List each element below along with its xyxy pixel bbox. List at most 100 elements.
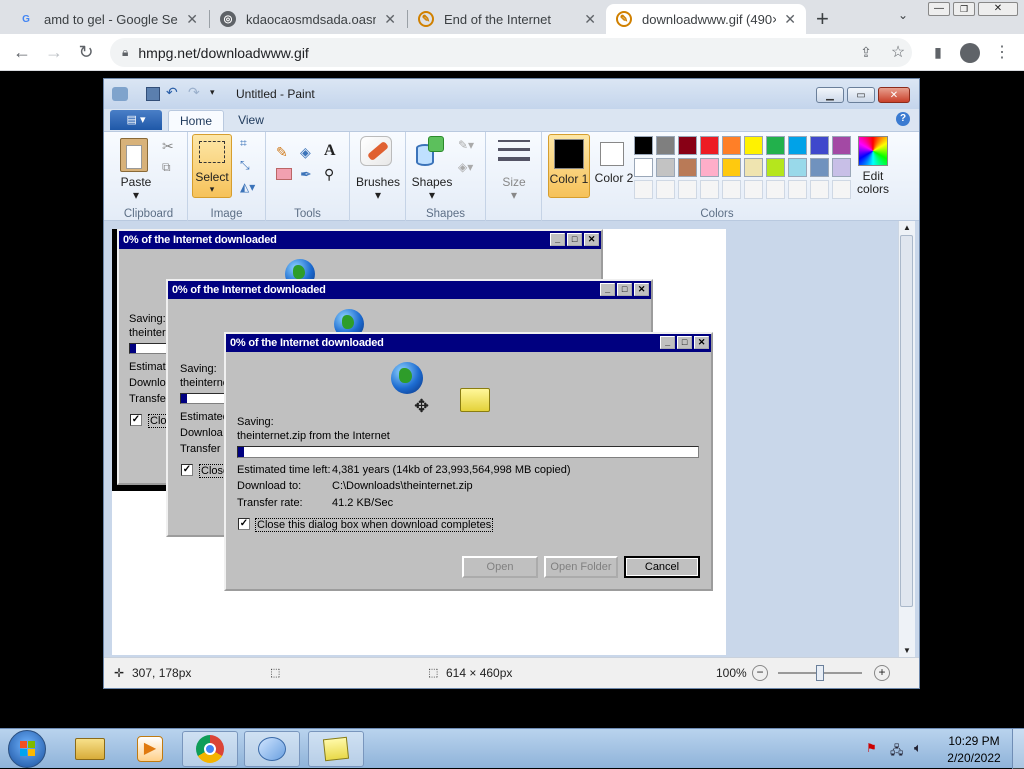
minimize-icon[interactable]: _: [550, 233, 565, 246]
tab-downloadwww[interactable]: ✎ downloadwww.gif (490×2 ✕: [606, 4, 806, 34]
vertical-scrollbar[interactable]: ▲ ▼: [898, 221, 915, 657]
paint-minimize-button[interactable]: ▁: [816, 87, 844, 103]
pencil-icon[interactable]: ✎: [276, 144, 288, 161]
close-icon[interactable]: ✕: [584, 233, 599, 246]
palette-swatch[interactable]: [788, 180, 807, 199]
new-tab-button[interactable]: +: [816, 6, 829, 32]
palette-swatch[interactable]: [744, 136, 763, 155]
palette-swatch[interactable]: [678, 136, 697, 155]
cancel-button[interactable]: Cancel: [624, 556, 700, 578]
magnifier-icon[interactable]: ⚲: [324, 166, 334, 183]
palette-swatch[interactable]: [722, 158, 741, 177]
palette-swatch[interactable]: [766, 136, 785, 155]
palette-swatch[interactable]: [700, 158, 719, 177]
minimize-icon[interactable]: _: [660, 336, 675, 349]
paint-close-button[interactable]: ✕: [878, 87, 910, 103]
tab-view[interactable]: View: [228, 110, 274, 131]
palette-swatch[interactable]: [722, 180, 741, 199]
undo-icon[interactable]: ↶: [166, 84, 178, 101]
palette-swatch[interactable]: [634, 136, 653, 155]
close-tab-icon[interactable]: ✕: [186, 11, 198, 28]
palette-swatch[interactable]: [810, 136, 829, 155]
open-folder-button[interactable]: Open Folder: [544, 556, 618, 578]
palette-swatch[interactable]: [656, 180, 675, 199]
back-icon[interactable]: ←: [10, 40, 34, 64]
tab-google-search[interactable]: G amd to gel - Google Sear ✕: [8, 4, 208, 34]
palette-swatch[interactable]: [788, 158, 807, 177]
action-center-flag-icon[interactable]: ⚑: [866, 741, 877, 755]
outline-icon[interactable]: ✎▾: [458, 138, 474, 152]
minimize-icon[interactable]: —: [928, 2, 950, 16]
quick-access-dropdown-icon[interactable]: ▾: [210, 87, 215, 98]
redo-icon[interactable]: ↷: [188, 84, 200, 101]
fill-icon[interactable]: ◈▾: [458, 160, 473, 174]
share-icon[interactable]: ⇪: [854, 40, 878, 64]
palette-swatch[interactable]: [656, 136, 675, 155]
paint-menu-button[interactable]: ▤ ▾: [110, 110, 162, 130]
rotate-icon[interactable]: ◭▾: [240, 180, 255, 194]
zoom-slider-thumb[interactable]: [816, 665, 824, 681]
forward-icon[interactable]: →: [42, 40, 66, 64]
color-picker-icon[interactable]: ✒: [300, 166, 312, 183]
show-desktop-button[interactable]: [1012, 729, 1024, 769]
palette-swatch[interactable]: [744, 180, 763, 199]
tab-kdaocaosmdsada[interactable]: ◎ kdaocaosmdsada.oasmd ✕: [210, 4, 406, 34]
side-panel-icon[interactable]: ▮: [926, 40, 950, 64]
close-tab-icon[interactable]: ✕: [784, 11, 796, 28]
taskbar-paint[interactable]: [244, 731, 300, 767]
volume-icon[interactable]: 🔈︎: [914, 740, 922, 756]
paste-button[interactable]: Paste ▾: [116, 176, 156, 202]
palette-swatch[interactable]: [810, 158, 829, 177]
palette-swatch[interactable]: [634, 158, 653, 177]
text-tool-icon[interactable]: A: [324, 142, 336, 160]
fill-bucket-icon[interactable]: ◈: [300, 144, 311, 161]
clock-date[interactable]: 2/20/2022: [944, 751, 1004, 765]
maximize-icon[interactable]: □: [617, 283, 632, 296]
close-tab-icon[interactable]: ✕: [584, 11, 596, 28]
taskbar-chrome[interactable]: [182, 731, 238, 767]
tab-home[interactable]: Home: [168, 110, 224, 131]
help-icon[interactable]: ?: [896, 112, 910, 126]
close-icon[interactable]: ✕: [694, 336, 709, 349]
palette-swatch[interactable]: [766, 180, 785, 199]
cut-icon[interactable]: ✂: [162, 138, 174, 155]
zoom-in-button[interactable]: +: [874, 665, 890, 681]
crop-icon[interactable]: ⌗: [240, 136, 247, 151]
taskbar-explorer[interactable]: [62, 731, 118, 767]
select-button[interactable]: Select ▾: [192, 134, 232, 198]
paint-app-icon[interactable]: [112, 87, 128, 101]
close-window-icon[interactable]: ✕: [978, 2, 1018, 16]
close-when-done-checkbox[interactable]: ✓: [181, 464, 193, 476]
taskbar-media-player[interactable]: ▶: [122, 731, 178, 767]
minimize-icon[interactable]: _: [600, 283, 615, 296]
edit-colors-button[interactable]: Edit colors: [848, 170, 898, 196]
tab-search-icon[interactable]: ⌄: [898, 8, 908, 22]
open-button[interactable]: Open: [462, 556, 538, 578]
palette-swatch[interactable]: [700, 136, 719, 155]
color2-button[interactable]: Color 2: [594, 134, 634, 198]
size-button[interactable]: Size ▾: [488, 176, 540, 202]
network-icon[interactable]: 🖧︎: [890, 741, 903, 762]
clock-time[interactable]: 10:29 PM: [944, 734, 1004, 748]
palette-swatch[interactable]: [722, 136, 741, 155]
close-when-done-checkbox[interactable]: ✓: [130, 414, 142, 426]
shapes-button[interactable]: Shapes ▾: [408, 176, 456, 202]
tab-end-of-the-internet[interactable]: ✎ End of the Internet ✕: [408, 4, 606, 34]
taskbar-notes[interactable]: [308, 731, 364, 767]
zoom-out-button[interactable]: −: [752, 665, 768, 681]
profile-avatar-icon[interactable]: [960, 43, 980, 63]
palette-swatch[interactable]: [634, 180, 653, 199]
palette-swatch[interactable]: [656, 158, 675, 177]
reload-icon[interactable]: ↻: [74, 40, 98, 64]
start-button[interactable]: [8, 730, 46, 768]
palette-swatch[interactable]: [744, 158, 763, 177]
palette-swatch[interactable]: [678, 180, 697, 199]
maximize-icon[interactable]: □: [677, 336, 692, 349]
close-when-done-checkbox[interactable]: ✓: [238, 518, 250, 530]
palette-swatch[interactable]: [788, 136, 807, 155]
paint-maximize-button[interactable]: ▭: [847, 87, 875, 103]
close-tab-icon[interactable]: ✕: [384, 11, 396, 28]
save-icon[interactable]: [146, 87, 160, 101]
menu-kebab-icon[interactable]: ⋮: [990, 40, 1014, 64]
omnibox[interactable]: 🔒︎ hmpg.net/downloadwww.gif: [110, 38, 912, 67]
